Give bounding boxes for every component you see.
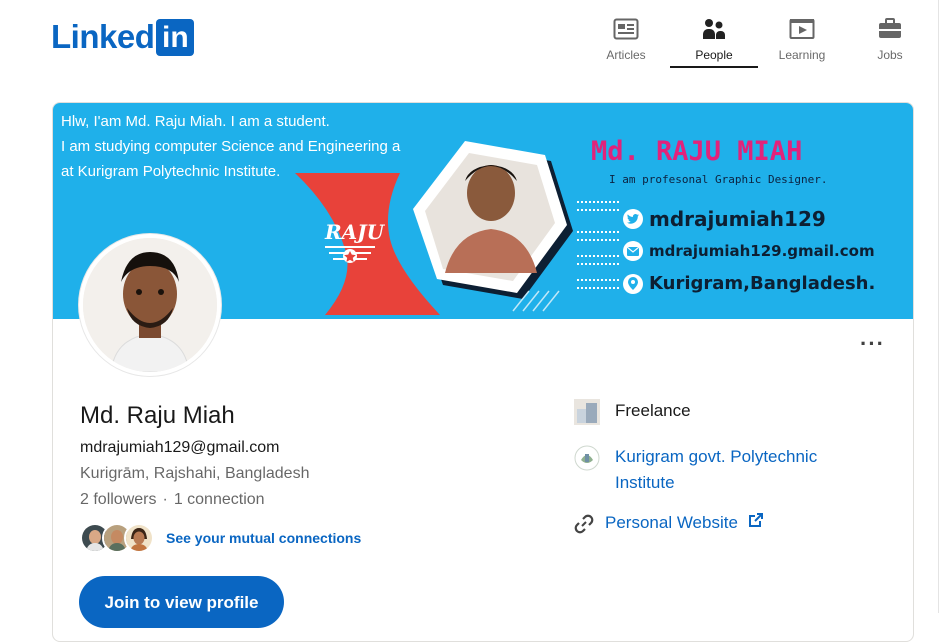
cover-dots xyxy=(577,231,619,233)
cover-intro-line: Hlw, I'am Md. Raju Miah. I am a student. xyxy=(61,113,330,130)
profile-location: Kurigrām, Rajshahi, Bangladesh xyxy=(80,465,310,482)
external-link-icon xyxy=(748,513,763,527)
cover-tagline: I am profesonal Graphic Designer. xyxy=(609,173,828,186)
cover-mail: mdrajumiah129.gmail.com xyxy=(623,241,875,261)
school-name: Kurigram govt. Polytechnic Institute xyxy=(615,444,817,496)
personal-website[interactable]: Personal Website xyxy=(573,510,873,538)
cover-dots xyxy=(577,263,619,265)
school-logo-icon xyxy=(573,444,601,472)
nav-articles-label: Articles xyxy=(606,48,646,62)
nav-jobs-label: Jobs xyxy=(877,48,903,62)
people-icon xyxy=(701,16,727,42)
profile-stats: 2 followers · 1 connection xyxy=(80,491,265,509)
followers-count: 2 followers xyxy=(80,491,157,508)
personal-website-label: Personal Website xyxy=(605,513,738,532)
cover-intro-line: I am studying computer Science and Engin… xyxy=(61,138,401,155)
join-to-view-profile-button[interactable]: Join to view profile xyxy=(79,576,284,628)
logo-in-box: in xyxy=(156,18,195,56)
cover-deco-lines xyxy=(512,290,560,312)
nav-people[interactable]: People xyxy=(670,8,758,68)
cover-place-text: Kurigram,Bangladesh. xyxy=(649,273,876,294)
cover-dots xyxy=(577,239,619,241)
learning-icon xyxy=(789,16,815,42)
articles-icon xyxy=(613,16,639,42)
company-name: Freelance xyxy=(615,401,691,420)
more-options-button[interactable]: ··· xyxy=(860,333,885,355)
profile-email: mdrajumiah129@gmail.com xyxy=(80,439,280,456)
cover-portrait-hexagon xyxy=(405,133,575,308)
school-name-line: Institute xyxy=(615,473,675,492)
stats-separator: · xyxy=(162,491,168,508)
mail-icon xyxy=(623,241,643,261)
nav-learning[interactable]: Learning xyxy=(758,8,846,66)
cover-name-text: Md. RAJU MIAH xyxy=(591,136,803,167)
linkedin-logo[interactable]: Linked in xyxy=(51,18,195,56)
nav-people-label: People xyxy=(695,48,733,62)
twitter-icon xyxy=(623,209,643,229)
cover-place: Kurigram,Bangladesh. xyxy=(623,273,875,294)
nav-articles[interactable]: Articles xyxy=(582,8,670,66)
mutual-avatar xyxy=(124,523,154,553)
profile-name: Md. Raju Miah xyxy=(80,402,235,429)
top-nav-bar: Linked in Articles People Learning Jobs xyxy=(0,0,943,75)
nav-learning-label: Learning xyxy=(778,48,826,62)
mutual-connections: See your mutual connections xyxy=(80,523,361,553)
personal-website-link: Personal Website xyxy=(605,510,763,536)
link-icon xyxy=(573,510,595,538)
cover-mail-address: mdrajumiah129.gmail.com xyxy=(649,242,875,260)
cover-twitter-handle: mdrajumiah129 xyxy=(649,207,826,231)
profile-avatar[interactable] xyxy=(79,234,221,376)
education-school[interactable]: Kurigram govt. Polytechnic Institute xyxy=(573,444,873,496)
profile-highlights: Freelance Kurigram govt. Polytechnic Ins… xyxy=(573,398,873,552)
profile-card: Hlw, I'am Md. Raju Miah. I am a student.… xyxy=(52,102,914,642)
jobs-icon xyxy=(877,16,903,42)
cover-dots xyxy=(577,287,619,289)
mutual-avatars xyxy=(80,523,154,553)
mutual-connections-link[interactable]: See your mutual connections xyxy=(166,530,361,546)
logo-wordmark: Linked xyxy=(51,18,155,55)
cover-dots xyxy=(577,209,619,211)
cover-dots xyxy=(577,279,619,281)
cover-twitter: mdrajumiah129 xyxy=(623,207,826,231)
company-logo-icon xyxy=(573,398,601,426)
page-scroll-edge xyxy=(938,0,943,613)
nav-jobs[interactable]: Jobs xyxy=(846,8,934,66)
connections-count: 1 connection xyxy=(173,491,265,508)
cover-badge-text: RAJU xyxy=(324,220,386,244)
cover-dots xyxy=(577,255,619,257)
current-company[interactable]: Freelance xyxy=(573,398,873,426)
school-name-line: Kurigram govt. Polytechnic xyxy=(615,447,818,466)
location-pin-icon xyxy=(623,273,643,294)
cover-dots xyxy=(577,201,619,203)
main-nav: Articles People Learning Jobs xyxy=(582,8,934,68)
